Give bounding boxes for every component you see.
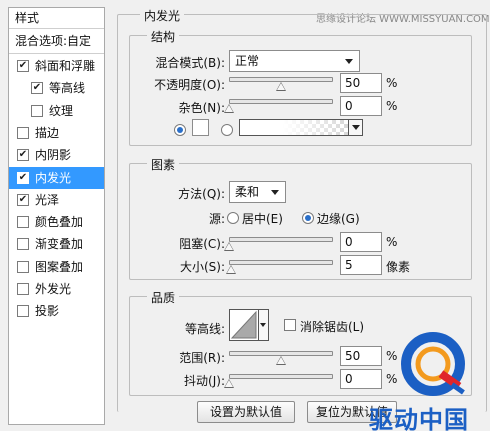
noise-label: 杂色(N):: [178, 101, 225, 115]
gradient-dropdown-arrow[interactable]: [348, 120, 362, 135]
size-unit: 像素: [386, 260, 411, 274]
choke-slider-thumb[interactable]: [224, 242, 234, 251]
style-item-4[interactable]: 描边: [9, 122, 104, 144]
jitter-slider[interactable]: [229, 374, 333, 379]
source-edge-radio[interactable]: [302, 212, 314, 224]
contour-preview-icon: [230, 310, 257, 339]
glow-color-swatch[interactable]: [192, 119, 209, 136]
structure-title: 结构: [147, 28, 180, 45]
source-center-radio[interactable]: [227, 212, 239, 224]
chevron-down-icon: [345, 59, 353, 64]
range-slider-thumb[interactable]: [276, 356, 286, 365]
chevron-down-icon: [260, 323, 266, 327]
blend-mode-value: 正常: [235, 54, 260, 68]
gradient-mode-radio[interactable]: [221, 124, 233, 136]
noise-input[interactable]: 0: [340, 96, 382, 116]
size-label: 大小(S):: [179, 260, 225, 274]
style-item-label: 内阴影: [35, 148, 72, 163]
style-item-9[interactable]: 渐变叠加: [9, 233, 104, 255]
style-item-label: 内发光: [35, 170, 72, 185]
style-item-checkbox[interactable]: [17, 238, 29, 251]
style-list-header[interactable]: 样式: [9, 8, 104, 29]
style-item-label: 图案叠加: [35, 259, 84, 274]
method-value: 柔和: [235, 185, 260, 199]
style-item-11[interactable]: 外发光: [9, 278, 104, 300]
source-label: 源:: [208, 212, 225, 226]
style-item-label: 渐变叠加: [35, 237, 84, 252]
style-item-8[interactable]: 颜色叠加: [9, 211, 104, 233]
elements-title: 图素: [147, 156, 180, 173]
choke-unit: %: [386, 235, 398, 249]
choke-input[interactable]: 0: [340, 232, 382, 252]
source-center-label[interactable]: 居中(E): [242, 210, 283, 227]
contour-picker[interactable]: [229, 309, 269, 341]
size-slider-thumb[interactable]: [226, 265, 237, 274]
blend-mode-select[interactable]: 正常: [229, 50, 360, 72]
style-item-checkbox[interactable]: [17, 126, 29, 139]
style-item-label: 外发光: [35, 282, 72, 296]
style-item-label: 投影: [35, 304, 60, 319]
style-item-6[interactable]: ✔ 内发光: [9, 166, 104, 189]
blend-mode-label: 混合模式(B):: [155, 56, 225, 70]
method-label: 方法(Q):: [178, 187, 225, 201]
style-item-checkbox[interactable]: ✔: [17, 171, 29, 184]
style-item-checkbox[interactable]: [31, 104, 43, 117]
contour-label: 等高线:: [184, 322, 225, 336]
blend-options-label: 混合选项:自定: [15, 34, 92, 48]
opacity-unit: %: [386, 76, 398, 90]
panel-title-overlay: 内发光: [140, 7, 185, 24]
make-default-button[interactable]: 设置为默认值: [197, 401, 295, 423]
logo-text: 驱动中国: [369, 406, 469, 431]
chevron-down-icon: [271, 190, 279, 195]
style-item-checkbox[interactable]: [17, 283, 29, 295]
style-item-3[interactable]: 纹理: [9, 100, 104, 122]
style-item-2[interactable]: ✔ 等高线: [9, 77, 104, 99]
style-item-checkbox[interactable]: ✔: [17, 149, 29, 162]
q-logo-icon: [401, 332, 465, 396]
range-label: 范围(R):: [179, 351, 225, 365]
antialias-checkbox[interactable]: [284, 319, 296, 331]
color-mode-radio[interactable]: [174, 124, 186, 136]
opacity-input[interactable]: 50: [340, 73, 382, 93]
jitter-slider-thumb[interactable]: [224, 379, 234, 388]
size-slider[interactable]: [229, 260, 333, 265]
style-item-checkbox[interactable]: [17, 216, 29, 229]
choke-label: 阻塞(C):: [179, 237, 225, 251]
style-item-7[interactable]: ✔ 光泽: [9, 189, 104, 211]
style-item-checkbox[interactable]: [17, 260, 29, 273]
choke-slider[interactable]: [229, 237, 333, 242]
style-item-checkbox[interactable]: ✔: [31, 82, 43, 95]
contour-dropdown-arrow[interactable]: [258, 310, 268, 340]
style-item-10[interactable]: 图案叠加: [9, 256, 104, 278]
size-input[interactable]: 5: [340, 255, 382, 275]
style-item-label: 描边: [35, 125, 60, 140]
style-item-checkbox[interactable]: ✔: [17, 193, 29, 206]
style-item-label: 等高线: [49, 81, 86, 96]
style-item-checkbox[interactable]: [17, 305, 29, 318]
style-item-label: 颜色叠加: [35, 215, 84, 230]
quality-title: 品质: [147, 289, 180, 306]
noise-slider[interactable]: [229, 99, 333, 104]
style-item-label: 光泽: [35, 192, 60, 207]
antialias-label[interactable]: 消除锯齿(L): [300, 318, 364, 335]
opacity-slider-thumb[interactable]: [276, 82, 286, 91]
source-edge-label[interactable]: 边缘(G): [317, 210, 360, 227]
style-item-5[interactable]: ✔ 内阴影: [9, 144, 104, 166]
gradient-picker[interactable]: [239, 119, 363, 136]
opacity-label: 不透明度(O):: [154, 78, 225, 92]
jitter-label: 抖动(J):: [184, 374, 225, 388]
noise-slider-thumb[interactable]: [224, 104, 234, 113]
noise-unit: %: [386, 99, 398, 113]
style-item-checkbox[interactable]: ✔: [17, 60, 29, 72]
style-item-12[interactable]: 投影: [9, 300, 104, 322]
style-item-label: 纹理: [49, 103, 74, 118]
style-item-1[interactable]: ✔ 斜面和浮雕: [9, 55, 104, 77]
blend-options-item[interactable]: 混合选项:自定: [9, 30, 104, 54]
style-item-label: 斜面和浮雕: [35, 59, 96, 73]
style-list: 样式 混合选项:自定 ✔ 斜面和浮雕 ✔ 等高线纹理描边 ✔ 内阴影 ✔ 内发光 ✔ 光泽颜色叠加…: [8, 7, 105, 425]
method-select[interactable]: 柔和: [229, 181, 286, 203]
chevron-down-icon: [352, 125, 360, 130]
brand-logo: 驱动中国: [369, 330, 490, 431]
